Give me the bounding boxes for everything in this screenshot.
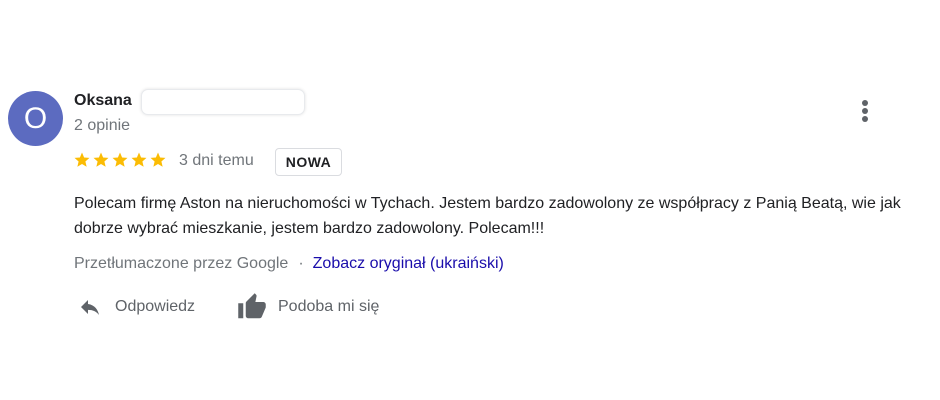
thumbs-up-icon — [238, 293, 266, 319]
more-options-button[interactable] — [852, 96, 878, 126]
more-vert-icon-dot — [862, 116, 868, 122]
redacted-surname — [141, 89, 305, 115]
like-button[interactable]: Podoba mi się — [236, 292, 379, 322]
reply-label: Odpowiedz — [115, 298, 196, 315]
star-icon — [131, 152, 147, 167]
star-icon — [93, 152, 109, 167]
review-text: Polecam firmę Aston na nieruchomości w T… — [74, 195, 901, 237]
more-vert-icon-dot — [862, 108, 868, 114]
more-vert-icon — [862, 100, 868, 106]
new-badge: NOWA — [275, 148, 342, 176]
separator-dot: · — [298, 255, 304, 272]
review-card: O Oksana 2 opinie 3 dni temu NOWA Poleca… — [0, 0, 940, 400]
like-label: Podoba mi się — [278, 298, 380, 315]
reviewer-review-count[interactable]: 2 opinie — [74, 117, 130, 135]
see-original-link[interactable]: Zobacz oryginał (ukraiński) — [313, 255, 504, 272]
translation-row: Przetłumaczone przez Google · Zobacz orygi… — [74, 255, 504, 273]
review-date: 3 dni temu — [179, 152, 254, 169]
reply-button[interactable]: Odpowiedz — [76, 292, 195, 322]
star-icon — [150, 152, 166, 167]
star-icon — [112, 152, 128, 167]
star-icon — [74, 152, 90, 167]
reply-icon — [81, 300, 99, 315]
translated-by-label: Przetłumaczone przez Google — [74, 255, 289, 272]
avatar[interactable]: O — [8, 91, 63, 146]
star-rating — [73, 149, 167, 171]
reviewer-name[interactable]: Oksana — [74, 92, 132, 110]
